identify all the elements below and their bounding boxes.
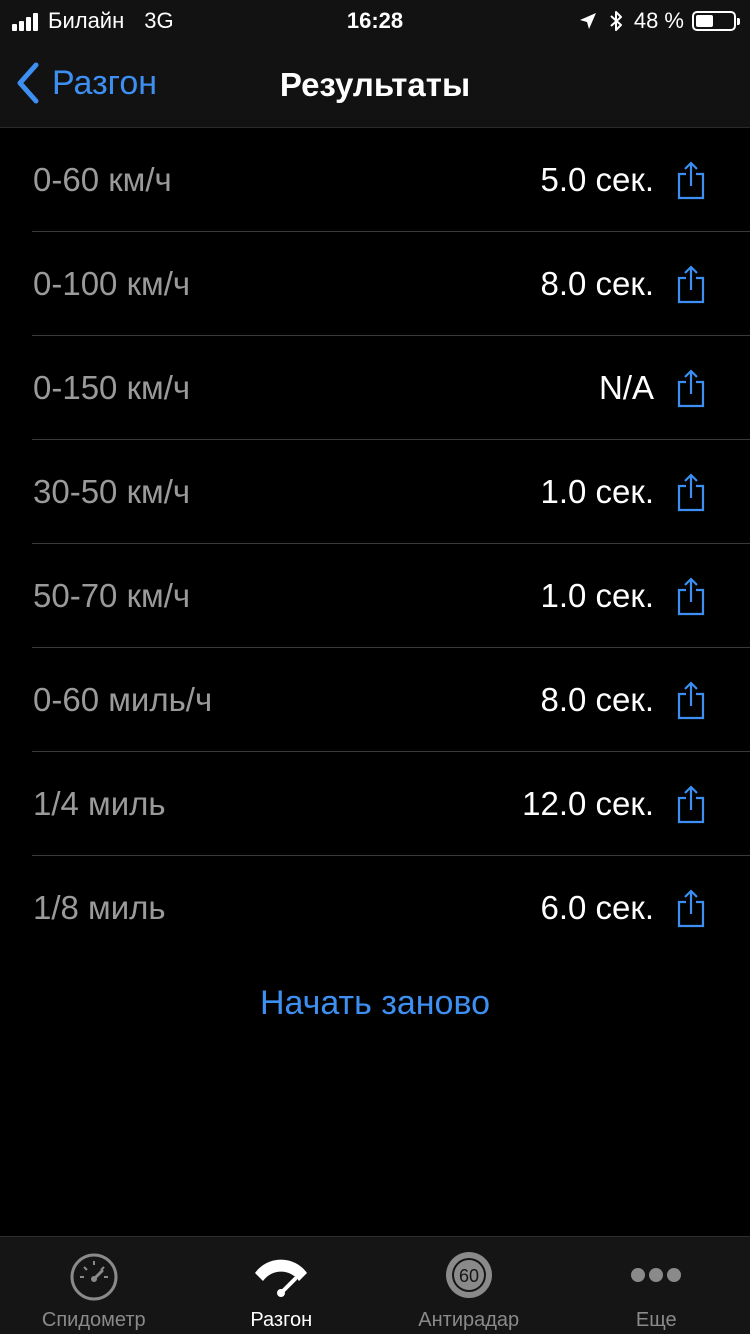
tab-label: Спидометр bbox=[41, 1309, 146, 1331]
result-row: 0-60 миль/ч 8.0 сек. bbox=[0, 648, 750, 752]
tab-bar: Спидометр Разгон 60 Антирадар Еще bbox=[0, 1236, 750, 1334]
result-label: 30-50 км/ч bbox=[33, 473, 191, 510]
result-row: 50-70 км/ч 1.0 сек. bbox=[0, 544, 750, 648]
share-icon[interactable] bbox=[676, 680, 706, 720]
share-icon[interactable] bbox=[676, 576, 706, 616]
tab-speedometer[interactable]: Спидометр bbox=[0, 1237, 188, 1334]
result-label: 0-150 км/ч bbox=[33, 369, 191, 406]
chevron-left-icon bbox=[17, 62, 39, 104]
result-value: 1.0 сек. bbox=[540, 577, 654, 614]
tab-more[interactable]: Еще bbox=[563, 1237, 750, 1334]
tab-label: Антирадар bbox=[418, 1309, 520, 1331]
speedometer-icon bbox=[70, 1253, 118, 1301]
result-label: 0-100 км/ч bbox=[33, 265, 191, 302]
share-icon[interactable] bbox=[676, 368, 706, 408]
results-list: 0-60 км/ч 5.0 сек. 0-100 км/ч 8.0 сек. 0-150… bbox=[0, 128, 750, 960]
result-row: 1/8 миль 6.0 сек. bbox=[0, 856, 750, 960]
back-button[interactable]: Разгон bbox=[16, 62, 157, 104]
result-label: 0-60 миль/ч bbox=[33, 681, 213, 718]
result-value: 1.0 сек. bbox=[540, 473, 654, 510]
result-row: 1/4 миль 12.0 сек. bbox=[0, 752, 750, 856]
bluetooth-icon bbox=[610, 11, 622, 31]
result-label: 1/4 миль bbox=[33, 785, 166, 822]
back-button-label: Разгон bbox=[52, 63, 158, 102]
share-icon[interactable] bbox=[676, 784, 706, 824]
result-value: 8.0 сек. bbox=[540, 265, 654, 302]
result-row: 0-150 км/ч N/A bbox=[0, 336, 750, 440]
result-value: 6.0 сек. bbox=[540, 889, 654, 926]
result-row: 30-50 км/ч 1.0 сек. bbox=[0, 440, 750, 544]
result-value: 12.0 сек. bbox=[522, 785, 654, 822]
result-row: 0-60 км/ч 5.0 сек. bbox=[0, 128, 750, 232]
navigation-bar: Разгон Результаты bbox=[0, 40, 750, 128]
share-icon[interactable] bbox=[676, 472, 706, 512]
share-icon[interactable] bbox=[676, 264, 706, 304]
tab-label: Разгон bbox=[250, 1309, 313, 1331]
more-dots-icon bbox=[631, 1268, 682, 1282]
result-row: 0-100 км/ч 8.0 сек. bbox=[0, 232, 750, 336]
restart-button[interactable]: Начать заново bbox=[0, 984, 750, 1023]
tab-label: Еще bbox=[635, 1309, 677, 1331]
location-arrow-icon bbox=[579, 13, 596, 29]
result-value: 5.0 сек. bbox=[540, 161, 654, 198]
tab-acceleration[interactable]: Разгон bbox=[188, 1237, 376, 1334]
status-bar-right: 48 % bbox=[578, 8, 740, 34]
battery-level-fill bbox=[696, 15, 714, 27]
tab-antiradar[interactable]: 60 Антирадар bbox=[375, 1237, 563, 1334]
battery-percent: 48 % bbox=[633, 8, 684, 33]
acceleration-gauge-icon bbox=[255, 1259, 308, 1297]
result-value: N/A bbox=[598, 369, 654, 406]
result-label: 1/8 миль bbox=[33, 889, 166, 926]
share-icon[interactable] bbox=[676, 888, 706, 928]
result-value: 8.0 сек. bbox=[540, 681, 654, 718]
battery-icon bbox=[692, 11, 740, 31]
result-label: 0-60 км/ч bbox=[33, 161, 172, 198]
share-icon[interactable] bbox=[676, 160, 706, 200]
result-label: 50-70 км/ч bbox=[33, 577, 191, 614]
status-bar: Билайн 3G 16:28 48 % bbox=[0, 0, 750, 40]
speed-limit-sign-icon: 60 bbox=[445, 1252, 492, 1298]
speed-limit-value: 60 bbox=[459, 1266, 479, 1286]
